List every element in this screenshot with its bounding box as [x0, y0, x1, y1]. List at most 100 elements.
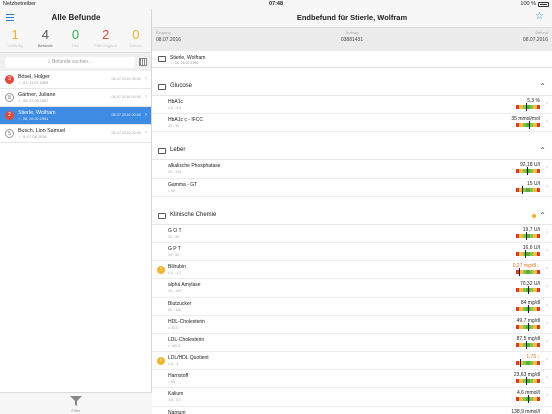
stat-label: Kritisch: [129, 43, 143, 48]
chevron-right-icon: ›: [546, 183, 548, 190]
stats-bar: 1 Vorläufig 4 Befunde 0 Neu 2 Pathologisch 0 Krit…: [0, 27, 151, 53]
warning-dot-icon: [532, 213, 536, 218]
chevron-right-icon: ›: [546, 165, 548, 172]
warning-icon: !: [157, 357, 165, 366]
patient-name: Busch, Lion Samuel: [18, 128, 66, 134]
chevron-right-icon: ›: [145, 76, 147, 82]
clock: 07:48: [268, 1, 284, 7]
chevron-up-icon[interactable]: ⌃: [539, 146, 546, 155]
patient-row[interactable]: 2 Stierle, Wolfram ♂, 58, 26.02.1961 08.07.…: [0, 107, 151, 125]
range-bar: [516, 169, 540, 174]
lab-name: HbA1c c - IFCC: [168, 117, 204, 124]
lab-row[interactable]: HbA1c 4,5 - 5,9 5,3 % ›: [152, 96, 552, 115]
stat-count: 1: [11, 27, 19, 42]
patient-row[interactable]: 5 Busch, Lion Samuel ♂, 9, 07.08.2016 08.07…: [0, 125, 151, 143]
chevron-right-icon: ›: [546, 320, 548, 327]
lab-value: 84 mg/dl: [520, 299, 540, 306]
patient-list-panel: Alle Befunde 1 Vorläufig 4 Befunde 0 Neu 2 Path…: [0, 9, 152, 414]
range-marker: [526, 377, 527, 386]
info-value: 03881431: [340, 37, 364, 43]
range-marker: [529, 121, 530, 130]
lab-row[interactable]: Gamma - GT < 60 15 U/l ›: [152, 179, 552, 197]
chevron-right-icon: ›: [546, 357, 548, 364]
stat-neu[interactable]: 0 Neu: [60, 27, 90, 52]
filter-bar[interactable]: Filter: [0, 392, 152, 414]
chevron-right-icon: ›: [546, 302, 548, 309]
range-marker: [526, 103, 527, 111]
lab-name: HbA1c: [168, 99, 184, 105]
stat-label: Neu: [71, 43, 80, 48]
lab-range: 28 - 100: [168, 289, 182, 294]
section-header[interactable]: Glucose ⌃: [152, 79, 552, 96]
lab-range: 0,0 - 1,2: [168, 271, 182, 276]
stat-count: 0: [71, 27, 80, 42]
range-marker: [528, 395, 529, 404]
report-panel: Endbefund für Stierle, Wolfram ☆ Eingang…: [152, 9, 552, 414]
patient-name: Bösel, Holger: [18, 74, 50, 80]
lab-row[interactable]: HbA1c c - IFCC 22 - 40 35 mmol/mol ›: [152, 114, 552, 133]
section-header[interactable]: Klinische Chemie ⌃: [152, 207, 552, 225]
lab-row[interactable]: G P T 10 - 50 16,6 U/l ›: [152, 243, 552, 262]
search-placeholder: Befunde suchen...: [51, 59, 93, 65]
patient-row[interactable]: 3 Bösel, Holger ♂, 57, 11.07.1959 08.07.201…: [0, 71, 151, 89]
lab-name: HDL-Cholesterin: [168, 318, 205, 325]
stat-befunde[interactable]: 4 Befunde: [30, 27, 60, 52]
lab-row[interactable]: Blutzucker 60 - 100 84 mg/dl ›: [152, 298, 552, 316]
chevron-up-icon[interactable]: ⌃: [539, 211, 546, 220]
stat-pathologisch[interactable]: 2 Pathologisch: [91, 27, 121, 52]
lab-row[interactable]: Natrium136 - 145138,9 mmol/l›: [152, 407, 552, 414]
patient-row[interactable]: 8 Gärtner, Juliane ♀, 49, 27.09.1967 08.07.…: [0, 89, 151, 107]
range-marker: [519, 268, 520, 277]
lab-row[interactable]: Kalium 3,6 - 5,1 4,6 mmol/l ›: [152, 388, 552, 407]
qr-scan-icon[interactable]: [139, 58, 147, 66]
stat-count: 0: [132, 27, 140, 42]
filter-icon[interactable]: [70, 396, 82, 406]
lab-name: Blutzucker: [168, 300, 192, 307]
chevron-right-icon: ›: [546, 375, 548, 382]
lab-range: 10 - 50: [168, 252, 180, 257]
lab-row[interactable]: alkalische Phosphatase 40 - 130 92,18 U/l ›: [152, 160, 552, 179]
lab-range: 4,5 - 5,9: [168, 106, 182, 110]
left-header: Alle Befunde: [0, 9, 151, 27]
section-icon: [158, 84, 166, 90]
patient-badge: 2: [5, 111, 14, 120]
lab-range: 40 - 130: [168, 170, 182, 175]
lab-row[interactable]: alpha Amylase 28 - 100 70,32 U/l ›: [152, 279, 552, 298]
chevron-up-icon[interactable]: ⌃: [539, 82, 546, 91]
chevron-right-icon: ›: [546, 229, 548, 236]
chevron-right-icon: ›: [546, 393, 548, 400]
lab-range: < 160,0: [168, 343, 181, 348]
search-input[interactable]: ⌕ Befunde suchen...: [5, 57, 135, 68]
lab-range: > 35,0: [168, 325, 179, 330]
lab-value: 0,27 mg/dl ↓: [512, 263, 540, 270]
warning-icon: !: [157, 266, 165, 275]
lab-row[interactable]: ! Bilirubin 0,0 - 1,2 0,27 mg/dl ↓ ›: [152, 261, 552, 280]
lab-name: G P T: [168, 245, 181, 252]
info-key: Befund: [535, 30, 548, 35]
stat-kritisch[interactable]: 0 Kritisch: [121, 27, 151, 52]
lab-row[interactable]: Harnstoff < 50 23,63 mg/dl ›: [152, 370, 552, 389]
section-header[interactable]: Leber ⌃: [152, 143, 552, 161]
patient-badge: 8: [5, 93, 14, 102]
section-icon: [158, 148, 166, 155]
lab-row[interactable]: LDL-Cholesterin < 160,0 87,5 mg/dl ›: [152, 334, 552, 353]
lab-row[interactable]: ! LDL/HDL Quotient 2,5 - 4 1,76 ↓ ›: [152, 352, 552, 371]
patient-date: 08.07.2016 00:00: [111, 77, 141, 81]
section-title: Klinische Chemie: [170, 211, 217, 218]
lab-row[interactable]: HDL-Cholesterin > 35,0 49,7 mg/dl ›: [152, 316, 552, 334]
patient-summary[interactable]: Stierle, Wolfram ♂, 55, 26.02.1961: [152, 51, 552, 68]
chevron-right-icon: ›: [145, 130, 147, 136]
stat-count: 2: [102, 27, 110, 42]
chevron-right-icon: ›: [546, 119, 548, 126]
lab-name: alpha Amylase: [168, 282, 201, 289]
chevron-right-icon: ›: [145, 112, 147, 118]
stat-vorläufig[interactable]: 1 Vorläufig: [0, 27, 30, 52]
info-key: Auftrag: [345, 30, 359, 35]
range-bar: [516, 105, 540, 109]
star-icon[interactable]: ☆: [535, 11, 544, 22]
patient-sub: ♂, 9, 07.08.2016: [18, 135, 47, 139]
lab-row[interactable]: G O T 10 - 50 19,7 U/l ›: [152, 225, 552, 243]
status-bar: Netzbetreiber 07:48 100 %: [0, 0, 552, 9]
lab-value: 70,32 U/l: [519, 281, 540, 288]
sections: Glucose ⌃ HbA1c 4,5 - 5,9 5,3 % › HbA1c c - IF…: [152, 79, 552, 414]
